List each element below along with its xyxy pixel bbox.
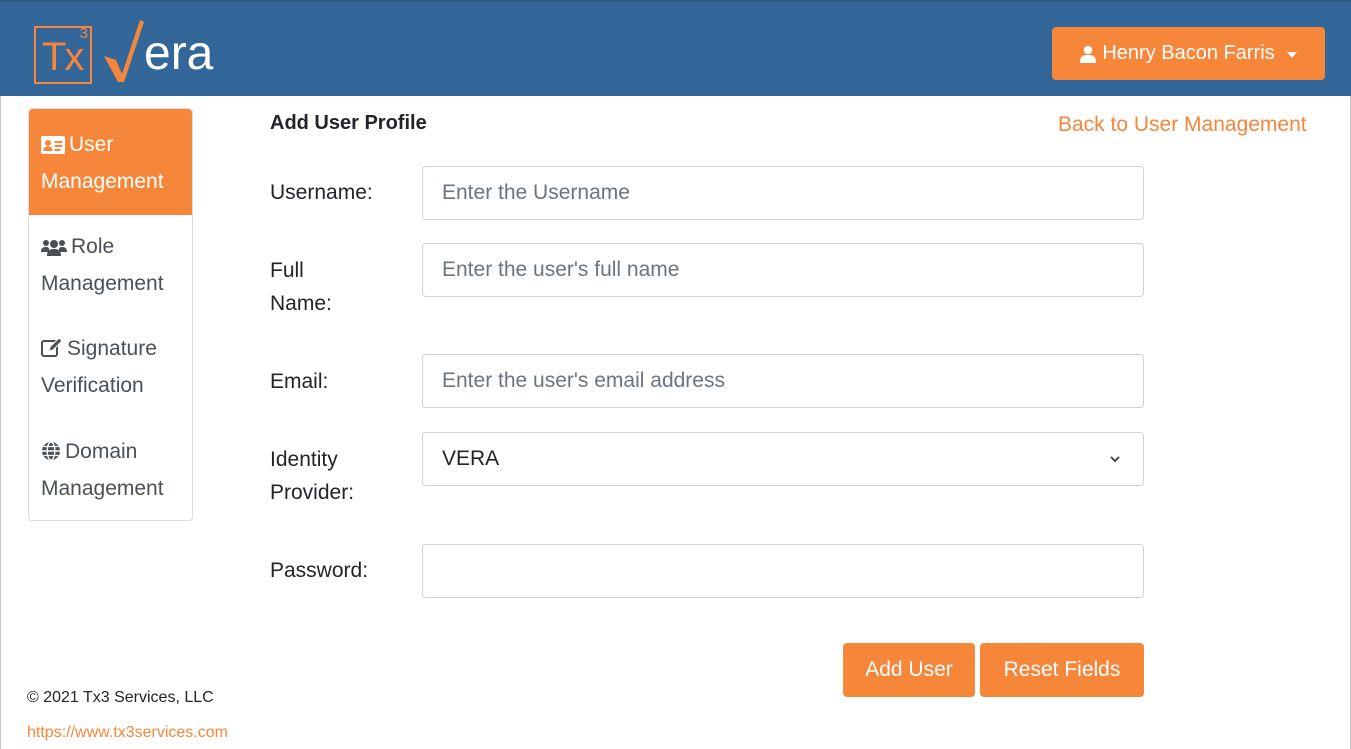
sidebar-item-role-management[interactable]: Role Management <box>29 230 192 301</box>
top-navbar: Tx 3 era Henry Bacon Farris <box>0 0 1351 96</box>
password-label: Password: <box>270 559 369 582</box>
sidebar-item-label: Signature <box>67 337 157 360</box>
sidebar-item-user-management[interactable]: User Management <box>29 109 192 215</box>
sidebar-item-signature-verification[interactable]: Signature Verification <box>29 332 192 403</box>
reset-fields-button[interactable]: Reset Fields <box>980 643 1144 697</box>
user-name: Henry Bacon Farris <box>1102 42 1275 64</box>
page-title: Add User Profile <box>270 112 427 134</box>
identity-provider-label-line2: Provider: <box>270 481 355 504</box>
sidebar-item-label-2: Verification <box>41 374 144 397</box>
sidebar-item-label-2: Management <box>41 272 164 295</box>
globe-icon <box>41 438 61 472</box>
id-card-icon <box>41 131 65 165</box>
password-input[interactable] <box>422 544 1144 598</box>
chevron-down-icon <box>1110 456 1120 463</box>
footer-website-link[interactable]: https://www.tx3services.com <box>27 724 228 742</box>
checkmark-icon <box>100 16 146 84</box>
logo-tx-text: Tx <box>42 35 84 79</box>
full-name-label-line2: Name: <box>270 292 332 315</box>
logo-era-text: era <box>144 27 214 80</box>
sidebar-item-label: Role <box>71 235 115 258</box>
email-label: Email: <box>270 370 329 393</box>
edit-icon <box>41 335 63 369</box>
email-input[interactable] <box>422 354 1144 408</box>
user-icon <box>1080 45 1097 63</box>
add-user-button[interactable]: Add User <box>843 643 975 697</box>
back-to-user-management-link[interactable]: Back to User Management <box>1058 113 1307 137</box>
identity-provider-label: Identity Provider: <box>270 443 354 509</box>
footer-copyright: © 2021 Tx3 Services, LLC <box>27 689 214 706</box>
users-icon <box>41 233 67 267</box>
username-input[interactable] <box>422 166 1144 220</box>
sidebar-item-label-2: Management <box>41 477 164 500</box>
full-name-label: Full Name: <box>270 254 332 320</box>
full-name-input[interactable] <box>422 243 1144 297</box>
identity-provider-select[interactable]: VERA <box>422 432 1144 486</box>
username-label: Username: <box>270 181 373 204</box>
logo-tx-box: Tx 3 <box>34 25 92 84</box>
user-menu-button[interactable]: Henry Bacon Farris <box>1052 27 1325 80</box>
logo-superscript: 3 <box>79 25 88 42</box>
sidebar-item-label: Domain <box>65 440 138 463</box>
identity-provider-label-line1: Identity <box>270 448 338 471</box>
identity-provider-selected: VERA <box>442 447 500 470</box>
caret-down-icon <box>1286 51 1297 58</box>
sidebar-nav: User Management Role Management Signatur… <box>28 108 193 521</box>
sidebar-item-label-2: Management <box>41 170 164 193</box>
full-name-label-line1: Full <box>270 259 304 282</box>
sidebar-item-domain-management[interactable]: Domain Management <box>29 435 192 506</box>
tx3-vera-logo[interactable]: Tx 3 era <box>34 16 213 84</box>
sidebar-item-label: User <box>69 133 114 156</box>
